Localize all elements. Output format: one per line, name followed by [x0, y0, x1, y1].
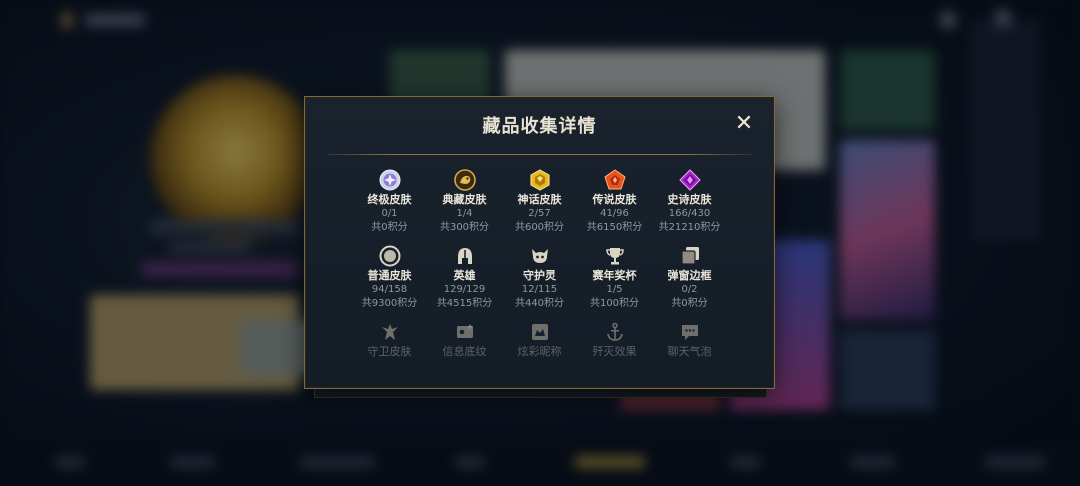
anchor-icon [604, 321, 626, 343]
category-count: 166/430 [668, 208, 711, 219]
category-count: 1/5 [606, 284, 623, 295]
category-info-banner[interactable]: 信息底纹 [427, 321, 502, 359]
category-count: 0/1 [381, 208, 398, 219]
category-label: 歼灭效果 [592, 345, 637, 358]
category-legendary-skin[interactable]: 传说皮肤 41/96 共6150积分 [577, 169, 652, 235]
category-label: 聊天气泡 [667, 345, 712, 358]
category-count: 12/115 [521, 284, 558, 295]
collection-row: 守卫皮肤 信息底纹 炫彩昵称 歼灭效果 聊天气泡 [352, 321, 727, 359]
category-count: 0/2 [681, 284, 698, 295]
dialog-title: 藏品收集详情 [482, 116, 597, 137]
category-little-legend[interactable]: 守护灵 12/115 共440积分 [502, 245, 577, 311]
category-label: 神话皮肤 [517, 193, 562, 206]
category-epic-skin[interactable]: 史诗皮肤 166/430 共21210积分 [652, 169, 727, 235]
category-label: 赛年奖杯 [592, 269, 637, 282]
collection-row: 终极皮肤 0/1 共0积分 典藏皮肤 1/4 共300积分 神话皮肤 2/57 … [352, 169, 727, 235]
category-points: 共9300积分 [361, 298, 418, 309]
category-popup-frame[interactable]: 弹窗边框 0/2 共0积分 [652, 245, 727, 311]
category-chat-bubble[interactable]: 聊天气泡 [652, 321, 727, 359]
title-divider [327, 154, 752, 155]
category-points: 共0积分 [371, 222, 408, 233]
category-mythic-skin[interactable]: 神话皮肤 2/57 共600积分 [502, 169, 577, 235]
category-ultimate-skin[interactable]: 终极皮肤 0/1 共0积分 [352, 169, 427, 235]
category-ward-skin[interactable]: 守卫皮肤 [352, 321, 427, 359]
category-count: 94/158 [371, 284, 408, 295]
legendary-gem-icon [603, 169, 626, 191]
prestige-emblem-icon [453, 169, 476, 191]
category-points: 共440积分 [514, 298, 565, 309]
frame-icon [679, 245, 701, 267]
epic-gem-icon [678, 169, 701, 191]
category-points: 共4515积分 [436, 298, 493, 309]
ward-icon [379, 321, 401, 343]
category-count: 129/129 [443, 284, 486, 295]
category-finisher[interactable]: 歼灭效果 [577, 321, 652, 359]
mythic-gem-icon [529, 169, 551, 191]
dialog-shadow-plate [314, 389, 767, 398]
category-label: 史诗皮肤 [667, 193, 712, 206]
screen: 藏品收集详情 ✕ 终极皮肤 0/1 共0积分 典藏皮肤 1/4 共300积分 神… [0, 0, 1080, 486]
category-points: 共0积分 [671, 298, 708, 309]
collection-details-dialog: 藏品收集详情 ✕ 终极皮肤 0/1 共0积分 典藏皮肤 1/4 共300积分 神… [304, 96, 775, 389]
category-points: 共21210积分 [658, 222, 721, 233]
collection-grid: 终极皮肤 0/1 共0积分 典藏皮肤 1/4 共300积分 神话皮肤 2/57 … [352, 169, 727, 369]
standard-gem-icon [379, 245, 401, 267]
nameplate-icon [529, 321, 551, 343]
category-standard-skin[interactable]: 普通皮肤 94/158 共9300积分 [352, 245, 427, 311]
close-button[interactable]: ✕ [734, 113, 754, 135]
category-label: 守护灵 [523, 269, 556, 282]
category-points: 共100积分 [589, 298, 640, 309]
category-label: 炫彩昵称 [517, 345, 562, 358]
category-count: 41/96 [600, 208, 629, 219]
category-label: 典藏皮肤 [442, 193, 487, 206]
collection-row: 普通皮肤 94/158 共9300积分 英雄 129/129 共4515积分 守… [352, 245, 727, 311]
category-count: 2/57 [528, 208, 551, 219]
helmet-icon [454, 245, 476, 267]
category-label: 传说皮肤 [592, 193, 637, 206]
category-points: 共600积分 [514, 222, 565, 233]
category-label: 信息底纹 [442, 345, 487, 358]
category-label: 弹窗边框 [667, 269, 712, 282]
category-points: 共6150积分 [586, 222, 643, 233]
category-label: 守卫皮肤 [367, 345, 412, 358]
category-label: 普通皮肤 [367, 269, 412, 282]
category-nameplate[interactable]: 炫彩昵称 [502, 321, 577, 359]
banner-icon [454, 321, 476, 343]
category-count: 1/4 [456, 208, 473, 219]
category-prestige-skin[interactable]: 典藏皮肤 1/4 共300积分 [427, 169, 502, 235]
chat-bubble-icon [679, 321, 701, 343]
ultimate-gem-icon [379, 169, 401, 191]
category-champion[interactable]: 英雄 129/129 共4515积分 [427, 245, 502, 311]
trophy-icon [604, 245, 626, 267]
category-season-trophy[interactable]: 赛年奖杯 1/5 共100积分 [577, 245, 652, 311]
category-label: 英雄 [453, 269, 476, 282]
category-label: 终极皮肤 [367, 193, 412, 206]
little-legend-icon [529, 245, 551, 267]
category-points: 共300积分 [439, 222, 490, 233]
